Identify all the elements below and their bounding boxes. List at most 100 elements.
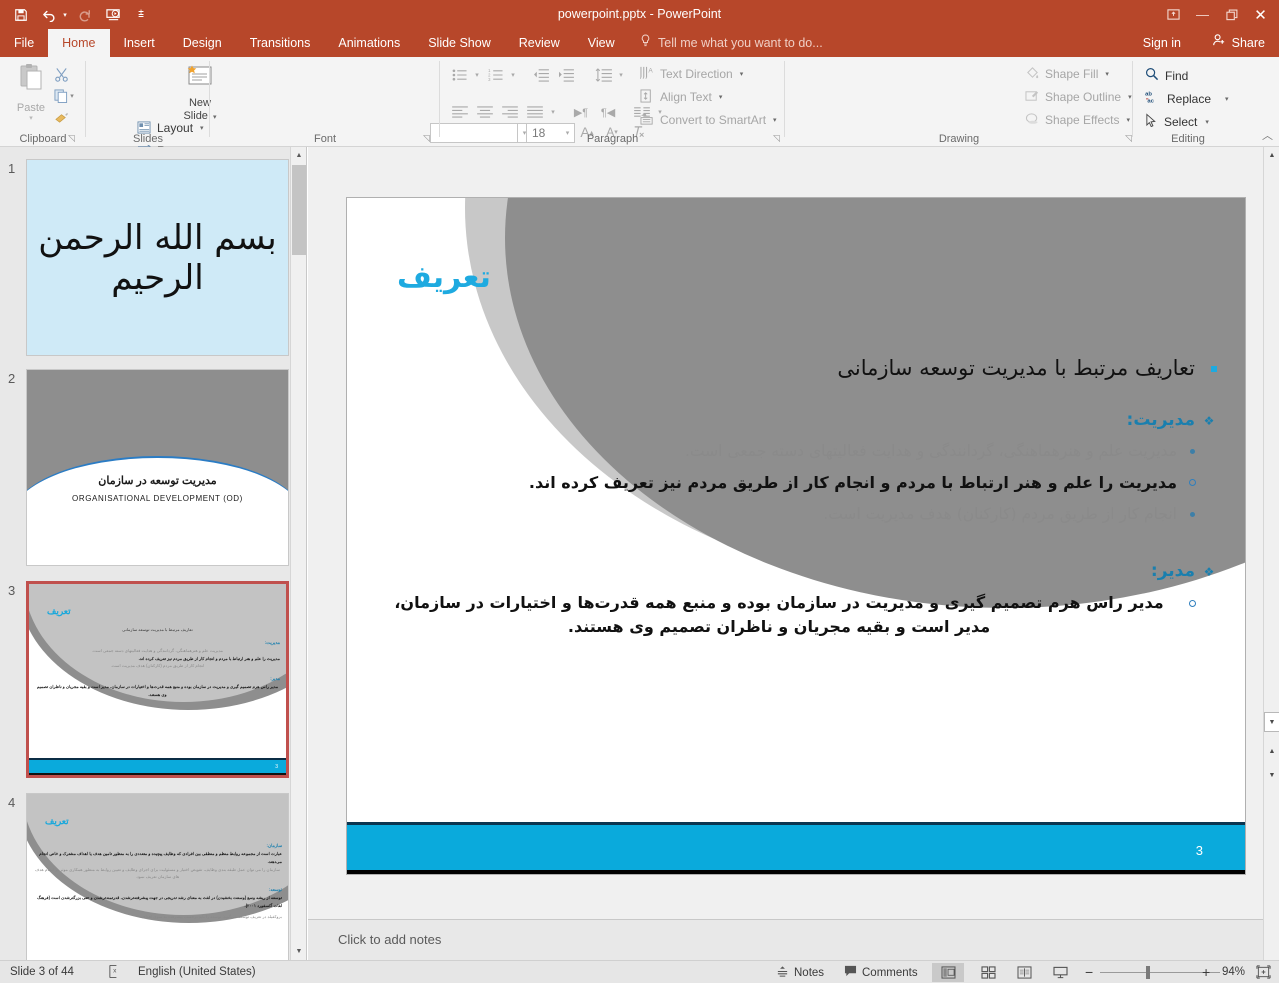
- select-button[interactable]: Select ▾: [1145, 110, 1209, 133]
- start-slideshow-icon[interactable]: [100, 3, 126, 27]
- notes-pane[interactable]: Click to add notes: [308, 919, 1263, 960]
- thumbnail-3-footer-number: 3: [275, 764, 278, 770]
- thumbnail-canvas-3[interactable]: تعریف تعاریف مرتبط با مدیریت توسعه سازما…: [26, 581, 289, 778]
- layout-dropdown-icon[interactable]: ▾: [200, 124, 204, 132]
- decrease-indent-icon[interactable]: [529, 64, 553, 86]
- increase-indent-icon[interactable]: [554, 64, 578, 86]
- right-to-left-icon[interactable]: ¶◀: [595, 101, 621, 123]
- undo-icon[interactable]: [36, 3, 62, 27]
- sign-in-button[interactable]: Sign in: [1143, 29, 1181, 57]
- numbering-icon[interactable]: 123: [484, 64, 508, 86]
- bullets-icon[interactable]: [448, 64, 472, 86]
- collapse-ribbon-icon[interactable]: ︿: [1262, 127, 1273, 143]
- tab-view[interactable]: View: [574, 29, 629, 57]
- thumbnail-canvas-2[interactable]: مدیریت توسعه در سازمان ORGANISATIONAL DE…: [26, 369, 289, 566]
- fit-to-window-icon[interactable]: [1256, 965, 1271, 983]
- tab-file[interactable]: File: [0, 29, 49, 57]
- cut-button[interactable]: [46, 63, 76, 85]
- copy-dropdown-icon[interactable]: ▾: [66, 85, 78, 107]
- bullets-dropdown-icon[interactable]: ▾: [471, 64, 483, 86]
- save-icon[interactable]: [8, 3, 34, 27]
- drawing-dialog-launcher[interactable]: ◹: [1125, 133, 1132, 144]
- justify-icon[interactable]: [523, 101, 547, 123]
- thumbnail-slide-4[interactable]: 4 تعریف سازمان: عبارت است از مجموعه رواب…: [0, 793, 300, 960]
- convert-smartart-dropdown-icon[interactable]: ▾: [773, 116, 777, 124]
- align-right-icon[interactable]: [498, 101, 522, 123]
- thumbnails-scroll-thumb[interactable]: [292, 165, 306, 255]
- zoom-out-button[interactable]: −: [1085, 961, 1093, 983]
- slide-thumbnails-pane[interactable]: 1 بسم الله الرحمن الرحيم 2 مدیریت توسعه …: [0, 147, 307, 960]
- font-dialog-launcher[interactable]: ◹: [423, 133, 430, 144]
- zoom-level-label[interactable]: 94%: [1222, 961, 1245, 983]
- thumbnails-scrollbar[interactable]: ▲ ▼: [290, 147, 306, 960]
- tab-design[interactable]: Design: [169, 29, 236, 57]
- line-spacing-dropdown-icon[interactable]: ▾: [615, 64, 627, 86]
- tab-insert[interactable]: Insert: [110, 29, 169, 57]
- thumbnail-canvas-4[interactable]: تعریف سازمان: عبارت است از مجموعه روابط …: [26, 793, 289, 960]
- spellcheck-icon[interactable]: x: [108, 964, 122, 983]
- slide-area-scrollbar[interactable]: ▲ ▼ ▲ ▼: [1263, 147, 1279, 960]
- paragraph-dialog-launcher[interactable]: ◹: [773, 133, 780, 144]
- previous-slide-icon[interactable]: ▼: [1264, 712, 1279, 732]
- zoom-in-button[interactable]: +: [1202, 961, 1210, 983]
- slideshow-view-button[interactable]: [1044, 963, 1076, 982]
- convert-to-smartart-button[interactable]: Convert to SmartArt ▾: [640, 109, 777, 131]
- align-left-icon[interactable]: [448, 101, 472, 123]
- next-slide-arrow-icon[interactable]: ▼: [1264, 767, 1279, 784]
- tab-home[interactable]: Home: [48, 29, 110, 57]
- language-indicator[interactable]: English (United States): [138, 961, 256, 983]
- tab-animations[interactable]: Animations: [324, 29, 414, 57]
- thumbnails-scroll-up-icon[interactable]: ▲: [291, 147, 306, 164]
- align-text-dropdown-icon[interactable]: ▾: [719, 93, 723, 101]
- slide-title[interactable]: تعریف: [347, 260, 1245, 295]
- slide-editing-area[interactable]: تعریف تعاریف مرتبط با مدیریت توسعه سازما…: [308, 147, 1263, 919]
- current-slide[interactable]: تعریف تعاریف مرتبط با مدیریت توسعه سازما…: [346, 197, 1246, 875]
- thumbnail-slide-3[interactable]: 3 تعریف تعاریف مرتبط با مدیریت توسعه ساز…: [0, 581, 300, 785]
- line-spacing-icon[interactable]: [590, 64, 616, 86]
- minimize-window-icon[interactable]: —: [1188, 0, 1217, 29]
- replace-dropdown-icon[interactable]: ▾: [1225, 95, 1229, 103]
- shape-fill-button: Shape Fill ▾: [1025, 63, 1109, 85]
- slide-indicator[interactable]: Slide 3 of 44: [10, 961, 74, 983]
- close-window-icon[interactable]: ✕: [1246, 0, 1275, 29]
- share-button[interactable]: Share: [1204, 29, 1273, 57]
- left-to-right-icon[interactable]: ▶¶: [568, 101, 594, 123]
- thumbnails-scroll-down-icon[interactable]: ▼: [291, 943, 306, 960]
- paste-dropdown-icon[interactable]: ▾: [29, 114, 33, 122]
- align-dropdown-icon[interactable]: ▾: [547, 101, 559, 123]
- text-direction-button[interactable]: A Text Direction ▾: [639, 63, 744, 85]
- comments-button[interactable]: Comments: [838, 961, 924, 983]
- tab-transitions[interactable]: Transitions: [236, 29, 325, 57]
- align-center-icon[interactable]: [473, 101, 497, 123]
- thumbnail-canvas-1[interactable]: بسم الله الرحمن الرحيم: [26, 159, 289, 356]
- replace-button[interactable]: ab ac Replace ▾: [1145, 87, 1229, 110]
- tell-me-search[interactable]: Tell me what you want to do...: [640, 29, 823, 57]
- slide-sorter-view-button[interactable]: [972, 963, 1004, 982]
- previous-slide-arrow-icon[interactable]: ▲: [1264, 743, 1279, 760]
- text-direction-dropdown-icon[interactable]: ▾: [740, 70, 744, 78]
- slide-body-placeholder[interactable]: تعاریف مرتبط با مدیریت توسعه سازمانی ❖ م…: [375, 356, 1217, 647]
- zoom-slider-handle[interactable]: [1146, 966, 1150, 979]
- ribbon-display-options-icon[interactable]: [1159, 0, 1188, 29]
- customize-quick-access-toolbar-icon[interactable]: ⩲: [128, 3, 154, 27]
- select-dropdown-icon[interactable]: ▾: [1205, 118, 1209, 126]
- normal-view-button[interactable]: [932, 963, 964, 982]
- slide-bullet-item: انجام کار از طریق مردم (کارکنان) هدف مدی…: [375, 503, 1217, 526]
- find-button[interactable]: Find: [1145, 64, 1188, 87]
- ribbon-group-drawing: A { } ☆ ▴ ▾: [785, 57, 1133, 147]
- format-painter-button[interactable]: [46, 107, 76, 129]
- undo-dropdown-icon[interactable]: ▾: [60, 11, 70, 19]
- scroll-up-icon[interactable]: ▲: [1264, 147, 1279, 164]
- tab-review[interactable]: Review: [505, 29, 574, 57]
- thumbnail-slide-1[interactable]: 1 بسم الله الرحمن الرحيم: [0, 159, 300, 363]
- restore-window-icon[interactable]: [1217, 0, 1246, 29]
- thumbnail-slide-2[interactable]: 2 مدیریت توسعه در سازمان ORGANISATIONAL …: [0, 369, 300, 573]
- reading-view-button[interactable]: [1008, 963, 1040, 982]
- numbering-dropdown-icon[interactable]: ▾: [507, 64, 519, 86]
- clipboard-dialog-launcher[interactable]: ◹: [68, 133, 75, 144]
- align-text-button[interactable]: Align Text ▾: [640, 86, 722, 108]
- tab-slide-show[interactable]: Slide Show: [414, 29, 505, 57]
- ribbon-group-paragraph: ▾ 123 ▾ ▾ ▾ ▶¶ ¶◀ ▾ A Text Direction ▾ A…: [440, 57, 785, 147]
- notes-button[interactable]: Notes: [770, 961, 830, 983]
- notes-placeholder[interactable]: Click to add notes: [338, 932, 441, 947]
